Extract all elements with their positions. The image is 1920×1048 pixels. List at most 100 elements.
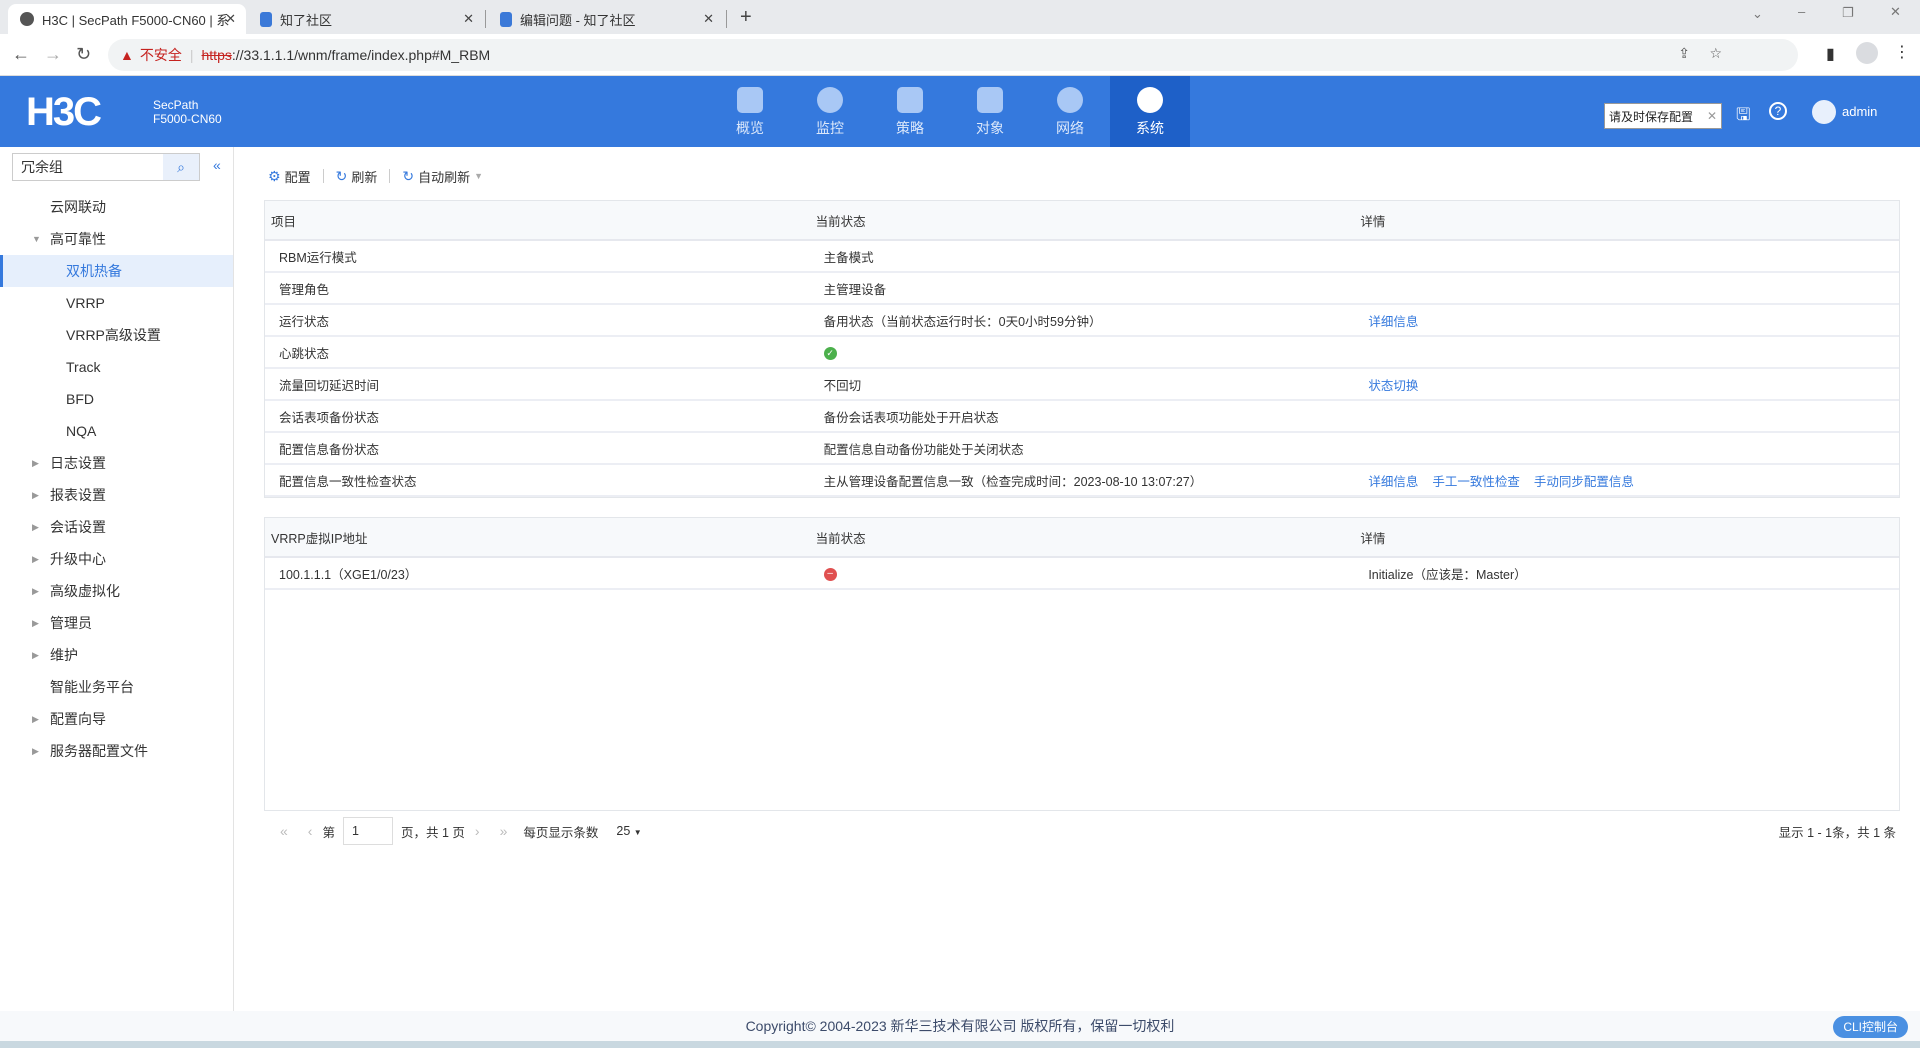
- status-cell: ✓: [809, 336, 1355, 369]
- forward-icon[interactable]: →: [44, 44, 62, 65]
- sidebar-search-input[interactable]: 冗余组 ⌕: [12, 153, 200, 181]
- sidebar-item-label: NQA: [66, 423, 97, 439]
- save-icon[interactable]: 🖫: [1736, 102, 1750, 131]
- caret-right-icon: ▶: [32, 746, 39, 756]
- close-icon[interactable]: ✕: [1707, 109, 1717, 123]
- detail-cell: 状态切换: [1354, 368, 1899, 401]
- auto-refresh-dropdown[interactable]: ↻ 自动刷新 ▼: [390, 167, 495, 186]
- collapse-sidebar-icon[interactable]: «: [213, 157, 221, 173]
- shield-icon: [897, 87, 923, 113]
- caret-right-icon: ▶: [32, 522, 39, 532]
- refresh-button[interactable]: ↻ 刷新: [324, 167, 390, 186]
- footer: Copyright© 2004-2023 新华三技术有限公司 版权所有，保留一切…: [0, 1011, 1920, 1041]
- sidebar-item[interactable]: 云网联动: [0, 191, 233, 223]
- sidebar-item[interactable]: VRRP: [0, 287, 233, 319]
- sidebar-item-label: 日志设置: [50, 455, 106, 471]
- close-window-button[interactable]: ✕: [1890, 4, 1901, 20]
- sidebar-item[interactable]: ▼ 高可靠性: [0, 223, 233, 255]
- page-number-input[interactable]: 1: [342, 817, 393, 845]
- zhiliao-icon: [500, 11, 512, 27]
- last-page-icon[interactable]: »: [500, 823, 508, 839]
- new-tab-button[interactable]: +: [740, 6, 752, 29]
- user-name[interactable]: admin: [1842, 104, 1877, 119]
- chevron-down-icon: ▼: [474, 171, 483, 181]
- sidebar-item[interactable]: ▶ 高级虚拟化: [0, 575, 233, 607]
- detail-cell: [1354, 240, 1899, 273]
- minimize-button[interactable]: –: [1798, 4, 1805, 19]
- menu-overview[interactable]: 概览: [710, 76, 790, 147]
- detail-link[interactable]: 详细信息: [1368, 475, 1418, 489]
- warning-icon: ▲: [120, 47, 134, 63]
- search-icon[interactable]: ⌕: [163, 154, 199, 180]
- table-row: 100.1.1.1（XGE1/0/23） – Initialize（应该是：Ma…: [265, 557, 1899, 590]
- objects-icon: [977, 87, 1003, 113]
- caret-right-icon: ▶: [32, 490, 39, 500]
- sidebar-item[interactable]: NQA: [0, 415, 233, 447]
- status-cell: 不回切: [809, 368, 1355, 401]
- user-avatar-icon[interactable]: [1812, 100, 1836, 124]
- help-icon[interactable]: ?: [1769, 102, 1787, 120]
- sidebar-item[interactable]: Track: [0, 351, 233, 383]
- menu-network[interactable]: 网络: [1030, 76, 1110, 147]
- detail-link[interactable]: 手动同步配置信息: [1534, 475, 1634, 489]
- side-panel-icon[interactable]: ▮: [1826, 44, 1835, 64]
- sidebar-item[interactable]: 智能业务平台: [0, 671, 233, 703]
- sidebar-item-label: BFD: [66, 391, 94, 407]
- close-tab-icon[interactable]: ✕: [463, 11, 474, 27]
- sidebar-item[interactable]: VRRP高级设置: [0, 319, 233, 351]
- gear-icon: ⚙: [268, 167, 281, 184]
- reload-icon[interactable]: ↻: [76, 44, 91, 65]
- sidebar-item[interactable]: ▶ 维护: [0, 639, 233, 671]
- menu-monitor[interactable]: 监控: [790, 76, 870, 147]
- star-icon[interactable]: ☆: [1709, 45, 1722, 62]
- sidebar-item[interactable]: ▶ 服务器配置文件: [0, 735, 233, 767]
- next-page-icon[interactable]: ›: [475, 823, 480, 839]
- sidebar-item[interactable]: ▶ 管理员: [0, 607, 233, 639]
- detail-link[interactable]: 状态切换: [1368, 379, 1418, 393]
- status-cell: 主从管理设备配置信息一致（检查完成时间：2023-08-10 13:07:27）: [809, 464, 1355, 497]
- sidebar-item[interactable]: ▶ 会话设置: [0, 511, 233, 543]
- rbm-status-table: 项目 当前状态 详情 RBM运行模式 主备模式 管理角色 主管理设备 运行状态 备用状态（…: [264, 200, 1900, 498]
- app-header: H3C SecPath F5000-CN60 概览 监控 策略 对象 网络 系统 …: [0, 76, 1920, 147]
- sidebar-item[interactable]: BFD: [0, 383, 233, 415]
- close-tab-icon[interactable]: ✕: [225, 11, 236, 27]
- browser-tab-edit-question[interactable]: 编辑问题 - 知了社区 ✕: [488, 4, 724, 34]
- back-icon[interactable]: ←: [12, 44, 30, 65]
- sidebar-item-label: 服务器配置文件: [50, 743, 148, 759]
- caret-right-icon: ▶: [32, 650, 39, 660]
- sidebar-item[interactable]: ▶ 日志设置: [0, 447, 233, 479]
- sidebar-item[interactable]: 双机热备: [0, 255, 233, 287]
- status-cell: 主备模式: [809, 240, 1355, 273]
- column-header: 详情: [1354, 201, 1899, 241]
- sidebar-item-label: 报表设置: [50, 487, 106, 503]
- item-cell: 心跳状态: [265, 336, 810, 369]
- more-menu-icon[interactable]: ⋮: [1894, 42, 1910, 62]
- save-config-tooltip: 请及时保存配置 ✕: [1604, 103, 1722, 129]
- restore-button[interactable]: ❐: [1842, 5, 1854, 21]
- security-label[interactable]: 不安全: [140, 45, 182, 65]
- table-row: 流量回切延迟时间 不回切 状态切换: [265, 368, 1899, 401]
- url-input[interactable]: ▲ 不安全 | https://33.1.1.1/wnm/frame/index…: [108, 39, 1798, 71]
- per-page-select[interactable]: 25 ▼: [616, 824, 641, 838]
- menu-policy[interactable]: 策略: [870, 76, 950, 147]
- menu-objects[interactable]: 对象: [950, 76, 1030, 147]
- share-icon[interactable]: ⇪: [1678, 45, 1690, 62]
- sidebar-item[interactable]: ▶ 报表设置: [0, 479, 233, 511]
- config-button[interactable]: ⚙ 配置: [268, 167, 323, 186]
- close-tab-icon[interactable]: ✕: [703, 11, 714, 27]
- tab-search-icon[interactable]: ⌄: [1752, 6, 1763, 22]
- sidebar-item[interactable]: ▶ 升级中心: [0, 543, 233, 575]
- detail-link[interactable]: 详细信息: [1368, 315, 1418, 329]
- first-page-icon[interactable]: «: [280, 823, 288, 839]
- item-cell: 管理角色: [265, 272, 810, 305]
- menu-system[interactable]: 系统: [1110, 76, 1190, 147]
- prev-page-icon[interactable]: ‹: [308, 823, 313, 839]
- address-bar-row: ← → ↻ ▲ 不安全 | https://33.1.1.1/wnm/frame…: [0, 34, 1920, 76]
- cli-console-button[interactable]: CLI控制台: [1833, 1016, 1908, 1038]
- browser-tab-h3c[interactable]: H3C | SecPath F5000-CN60 | 系 ✕: [8, 4, 246, 34]
- sidebar-item[interactable]: ▶ 配置向导: [0, 703, 233, 735]
- profile-icon[interactable]: [1856, 42, 1878, 64]
- sidebar-item-label: 会话设置: [50, 519, 106, 535]
- browser-tab-zhiliao[interactable]: 知了社区 ✕: [248, 4, 484, 34]
- detail-link[interactable]: 手工一致性检查: [1432, 475, 1520, 489]
